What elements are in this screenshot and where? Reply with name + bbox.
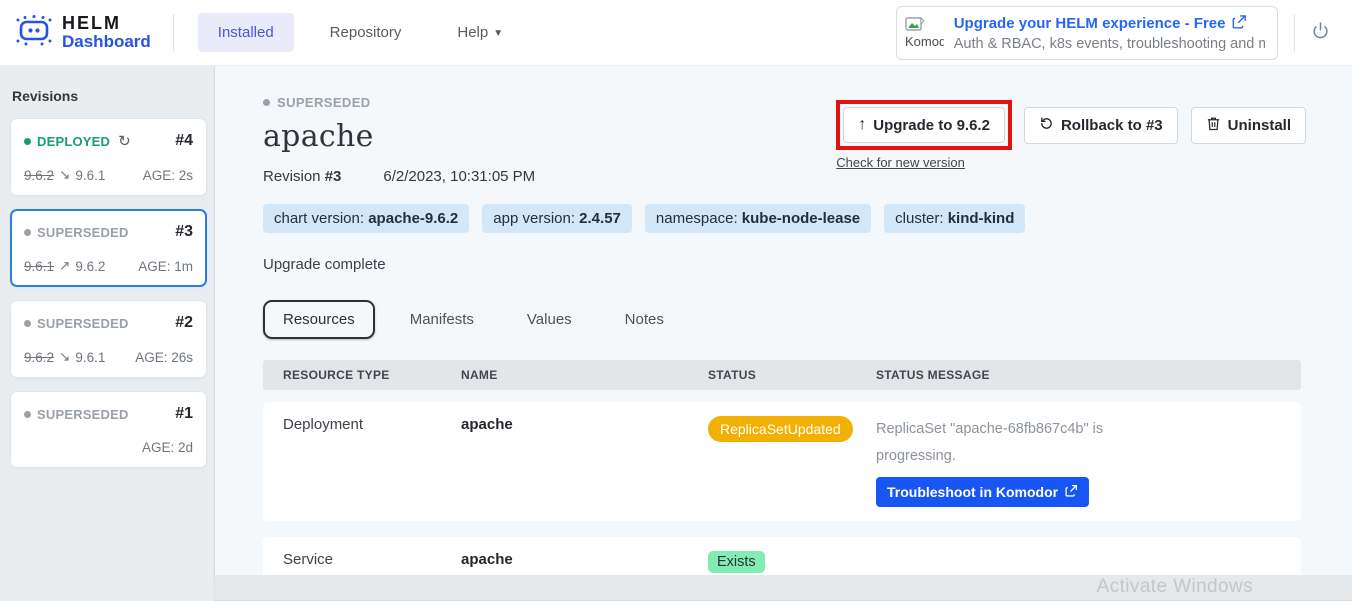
cluster-badge: cluster: kind-kind [884, 204, 1025, 233]
activate-windows-watermark: Activate Windows [1097, 576, 1253, 598]
old-version: 9.6.2 [24, 350, 54, 365]
resource-name: apache [441, 551, 688, 573]
revision-number: #3 [175, 223, 193, 241]
version-arrow-icon: ↘ [59, 167, 70, 183]
reload-icon: ↻ [118, 132, 131, 150]
status-dot [24, 411, 31, 418]
status-message: ReplicaSet "apache-68fb867c4b" is progre… [876, 416, 1285, 470]
revision-date: 6/2/2023, 10:31:05 PM [383, 168, 535, 185]
revision-age: AGE: 2d [142, 440, 193, 455]
tab-help[interactable]: Help ▼ [437, 13, 523, 52]
namespace-badge: namespace: kube-node-lease [645, 204, 871, 233]
revision-status: SUPERSEDED [37, 316, 129, 331]
revisions-title: Revisions [12, 88, 207, 104]
external-link-icon [1065, 484, 1078, 500]
col-status-message: STATUS MESSAGE [856, 368, 1301, 382]
status-badge: ReplicaSetUpdated [708, 416, 853, 442]
rollback-button[interactable]: Rollback to #3 [1024, 107, 1178, 144]
komodor-alt-text: Komod [905, 34, 944, 49]
help-label: Help [457, 24, 488, 41]
detail-tabs: Resources Manifests Values Notes [263, 300, 1352, 339]
check-new-version-link[interactable]: Check for new version [836, 155, 1012, 170]
status-dot [263, 99, 270, 106]
revision-status: SUPERSEDED [37, 407, 129, 422]
trash-icon [1206, 116, 1221, 135]
top-bar: HELM Dashboard Installed Repository Help… [0, 0, 1352, 66]
komodor-logo-broken-image: Komod [905, 17, 944, 49]
release-metadata: chart version: apache-9.6.2 app version:… [263, 204, 1352, 233]
upgrade-button[interactable]: ↑ Upgrade to 9.6.2 [843, 107, 1005, 143]
power-shutdown-icon[interactable] [1311, 21, 1330, 45]
col-resource-type: RESOURCE TYPE [263, 368, 441, 382]
revision-card-1[interactable]: SUPERSEDED #1 AGE: 2d [10, 391, 207, 468]
revision-card-2[interactable]: SUPERSEDED #2 9.6.2 ↘ 9.6.1 AGE: 26s [10, 300, 207, 378]
revision-age: AGE: 2s [143, 168, 193, 183]
resources-table: RESOURCE TYPE NAME STATUS STATUS MESSAGE… [263, 360, 1301, 587]
helm-logo-icon [14, 13, 54, 52]
revision-status: SUPERSEDED [37, 225, 129, 240]
banner-subtitle: Auth & RBAC, k8s events, troubleshooting… [954, 36, 1265, 52]
col-status: STATUS [688, 368, 856, 382]
new-version: 9.6.1 [75, 168, 105, 183]
release-description: Upgrade complete [263, 256, 1352, 273]
brand-subname: Dashboard [62, 33, 151, 51]
revision-label: Revision #3 [263, 168, 341, 185]
tab-notes[interactable]: Notes [607, 302, 682, 337]
new-version: 9.6.2 [75, 259, 105, 274]
windows-taskbar-area: Activate Windows [215, 575, 1352, 601]
version-arrow-icon: ↘ [59, 349, 70, 365]
tab-manifests[interactable]: Manifests [392, 302, 492, 337]
banner-title[interactable]: Upgrade your HELM experience - Free [954, 15, 1226, 32]
revision-status: DEPLOYED [37, 134, 110, 149]
main-nav: Installed Repository Help ▼ [198, 13, 523, 52]
new-version: 9.6.1 [75, 350, 105, 365]
old-version: 9.6.1 [24, 259, 54, 274]
table-row: Deployment apache ReplicaSetUpdated Repl… [263, 402, 1301, 521]
rollback-icon [1039, 116, 1054, 135]
tab-resources[interactable]: Resources [263, 300, 375, 339]
status-badge: Exists [708, 551, 765, 573]
external-link-icon [1232, 14, 1247, 33]
col-name: NAME [441, 368, 688, 382]
old-version: 9.6.2 [24, 168, 54, 183]
revision-card-3[interactable]: SUPERSEDED #3 9.6.1 ↗ 9.6.2 AGE: 1m [10, 209, 207, 287]
resource-type: Deployment [263, 416, 441, 507]
release-detail-panel: SUPERSEDED apache Revision #3 6/2/2023, … [215, 66, 1352, 575]
version-arrow-icon: ↗ [59, 258, 70, 274]
uninstall-button[interactable]: Uninstall [1191, 107, 1306, 144]
brand-name: HELM [62, 14, 151, 33]
revision-number: #4 [175, 132, 193, 150]
tab-installed[interactable]: Installed [198, 13, 294, 52]
up-arrow-icon: ↑ [858, 116, 866, 134]
chevron-down-icon: ▼ [493, 28, 503, 39]
tab-repository[interactable]: Repository [310, 13, 422, 52]
resource-name: apache [441, 416, 688, 507]
tab-values[interactable]: Values [509, 302, 590, 337]
header-divider [173, 14, 174, 52]
chart-version-badge: chart version: apache-9.6.2 [263, 204, 469, 233]
komodor-banner[interactable]: Komod Upgrade your HELM experience - Fre… [896, 6, 1278, 60]
revision-age: AGE: 1m [138, 259, 193, 274]
revision-age: AGE: 26s [135, 350, 193, 365]
revision-number: #2 [175, 314, 193, 332]
status-dot [24, 320, 31, 327]
resource-type: Service [263, 551, 441, 573]
release-actions: ↑ Upgrade to 9.6.2 Check for new version… [836, 107, 1306, 170]
annotation-highlight-box: ↑ Upgrade to 9.6.2 [836, 100, 1012, 150]
revision-card-4[interactable]: DEPLOYED ↻ #4 9.6.2 ↘ 9.6.1 AGE: 2s [10, 118, 207, 196]
status-dot [24, 229, 31, 236]
release-status: SUPERSEDED [277, 95, 371, 110]
revision-number: #1 [175, 405, 193, 423]
status-dot [24, 138, 31, 145]
broken-image-icon [905, 17, 925, 34]
app-version-badge: app version: 2.4.57 [482, 204, 632, 233]
troubleshoot-komodor-button[interactable]: Troubleshoot in Komodor [876, 477, 1089, 507]
helm-dashboard-logo[interactable]: HELM Dashboard [14, 13, 151, 52]
revisions-sidebar: Revisions DEPLOYED ↻ #4 9.6.2 ↘ 9.6.1 AG… [0, 66, 215, 601]
table-header: RESOURCE TYPE NAME STATUS STATUS MESSAGE [263, 360, 1301, 390]
